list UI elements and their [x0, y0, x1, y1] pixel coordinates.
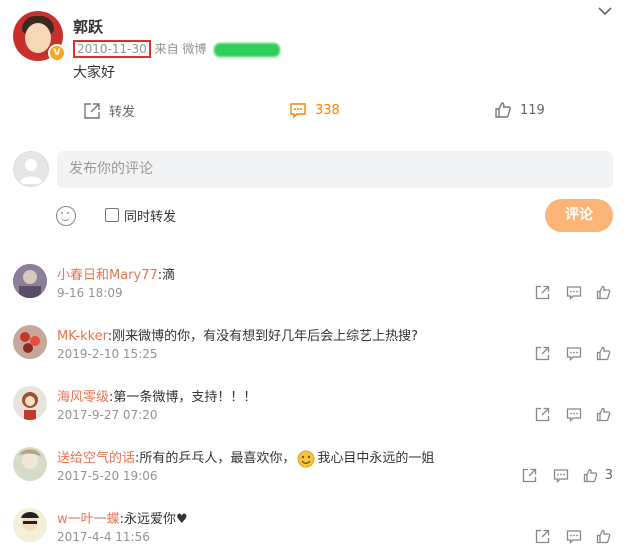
comment-actions: [535, 407, 613, 422]
comment-icon[interactable]: [553, 468, 569, 483]
emoji-icon[interactable]: [56, 206, 76, 226]
comment-icon[interactable]: [566, 407, 582, 422]
commenter-name[interactable]: 小春日和Mary77: [57, 268, 158, 283]
commenter-name[interactable]: 送给空气的话: [57, 451, 135, 466]
commenter-name[interactable]: 海风零级: [57, 390, 109, 405]
comment-actions: [535, 285, 613, 300]
commenter-avatar[interactable]: [13, 386, 47, 420]
comment-text: :滴: [157, 268, 176, 283]
comment-count: 338: [315, 102, 340, 118]
commenter-name[interactable]: MK-kker: [57, 329, 108, 344]
commenter-avatar[interactable]: [13, 447, 47, 481]
thumbs-up-icon: [494, 101, 512, 119]
share-icon[interactable]: [535, 529, 552, 544]
commenter-name[interactable]: w一叶一蝶: [57, 512, 120, 527]
share-icon[interactable]: [535, 285, 552, 300]
like-count: 3: [604, 468, 613, 483]
commenter-avatar[interactable]: [13, 264, 47, 298]
comment-time: 2019-2-10 15:25: [57, 347, 158, 361]
like-button[interactable]: [596, 529, 613, 544]
thumbs-up-icon: [596, 346, 613, 361]
my-avatar: [13, 151, 49, 187]
like-button[interactable]: 119: [494, 101, 545, 119]
comment-icon[interactable]: [566, 346, 582, 361]
comment-time: 2017-5-20 19:06: [57, 469, 158, 483]
comment-text-tail: 我心目中永远的一姐: [317, 451, 435, 466]
comment-1: 小春日和Mary77:滴: [57, 264, 175, 283]
thumbs-up-icon: [596, 407, 613, 422]
comment-icon[interactable]: [566, 285, 582, 300]
comment-3: 海风零级:第一条微博，支持！！！: [57, 386, 256, 405]
like-button[interactable]: [596, 407, 613, 422]
thumbs-up-icon: [596, 529, 613, 544]
thumbs-up-icon: [583, 468, 600, 483]
like-button[interactable]: [596, 285, 613, 300]
also-repost-label: 同时转发: [124, 210, 177, 225]
comment-icon: [289, 101, 307, 119]
comment-5: w一叶一蝶:永远爱你♥: [57, 508, 188, 527]
comment-icon[interactable]: [566, 529, 582, 544]
post-date[interactable]: 2010-11-30: [73, 40, 151, 58]
share-icon[interactable]: [535, 407, 552, 422]
comment-button[interactable]: 338: [289, 101, 340, 119]
post-content: 大家好: [73, 65, 115, 81]
comment-time: 2017-9-27 07:20: [57, 408, 158, 422]
comment-time: 9-16 18:09: [57, 286, 123, 300]
comment-actions: [535, 529, 613, 544]
share-icon[interactable]: [522, 468, 539, 483]
thumbs-up-icon: [596, 285, 613, 300]
post-meta: 2010-11-30 来自 微博: [73, 40, 281, 58]
like-button[interactable]: 3: [583, 468, 613, 483]
like-button[interactable]: [596, 346, 613, 361]
share-icon[interactable]: [535, 346, 552, 361]
post-source: 来自 微博: [154, 42, 207, 56]
share-icon: [83, 102, 101, 120]
comment-text: :永远爱你♥: [119, 512, 188, 527]
chevron-down-icon[interactable]: [598, 6, 612, 16]
comment-2: MK-kker:刚来微博的你，有没有想到好几年后会上综艺上热搜?: [57, 325, 418, 344]
commenter-avatar[interactable]: [13, 325, 47, 359]
repost-button[interactable]: 转发: [83, 101, 135, 120]
comment-4: 送给空气的话:所有的乒乓人，最喜欢你， 我心目中永远的一姐: [57, 447, 434, 468]
comment-text: :所有的乒乓人，最喜欢你，: [135, 451, 296, 466]
comment-actions: [535, 346, 613, 361]
comment-text: :第一条微博，支持！！！: [109, 390, 257, 405]
like-count: 119: [520, 102, 545, 118]
submit-comment-button[interactable]: 评论: [545, 199, 613, 232]
redacted-source-mark: [214, 42, 281, 57]
repost-label: 转发: [109, 105, 136, 120]
commenter-avatar[interactable]: [13, 508, 47, 542]
also-repost-checkbox[interactable]: [105, 208, 119, 222]
comment-actions: 3: [522, 468, 613, 483]
smile-emoji-icon: [297, 450, 315, 468]
comment-time: 2017-4-4 11:56: [57, 530, 150, 544]
comment-input[interactable]: 发布你的评论: [57, 151, 613, 188]
comment-text: :刚来微博的你，有没有想到好几年后会上综艺上热搜?: [107, 329, 419, 344]
post-author[interactable]: 郭跃: [73, 16, 103, 37]
verified-badge-icon: V: [48, 44, 66, 62]
